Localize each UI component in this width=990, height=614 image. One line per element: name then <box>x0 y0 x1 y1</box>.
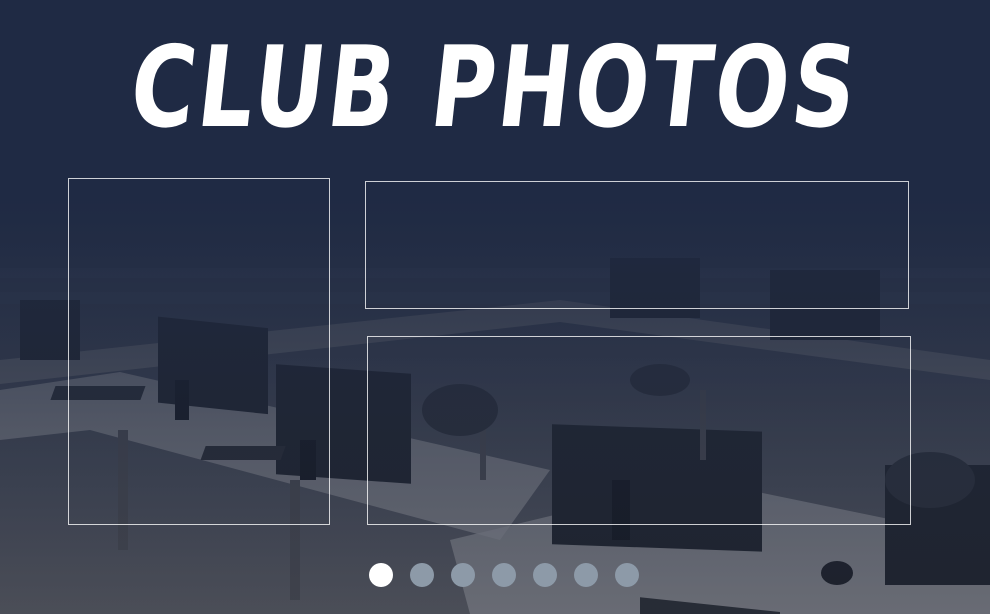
photo-frame-3[interactable] <box>367 336 911 525</box>
carousel-pagination <box>369 563 639 587</box>
carousel-dot-3[interactable] <box>451 563 475 587</box>
carousel-dot-7[interactable] <box>615 563 639 587</box>
carousel-dot-6[interactable] <box>574 563 598 587</box>
page-title: CLUB PHOTOS <box>124 23 866 153</box>
photo-frame-1[interactable] <box>68 178 330 525</box>
carousel-dot-4[interactable] <box>492 563 516 587</box>
photo-frame-2[interactable] <box>365 181 909 309</box>
carousel-dot-5[interactable] <box>533 563 557 587</box>
club-photos-section: CLUB PHOTOS <box>0 0 990 614</box>
carousel-dot-1[interactable] <box>369 563 393 587</box>
carousel-dot-2[interactable] <box>410 563 434 587</box>
